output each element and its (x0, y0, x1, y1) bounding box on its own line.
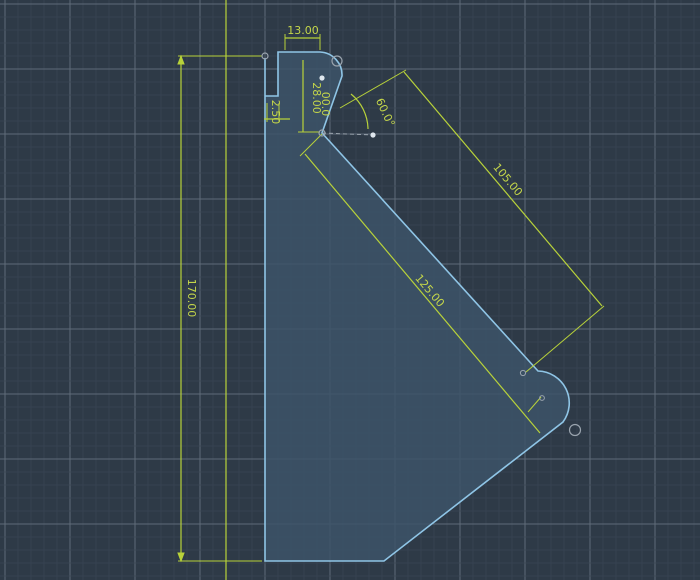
label-slot-width[interactable]: 2.50 (269, 100, 282, 125)
label-top-width[interactable]: 13.00 (287, 24, 319, 37)
label-total-height[interactable]: 170.00 (185, 279, 198, 318)
center-point[interactable] (319, 75, 325, 81)
label-hole-offset[interactable]: 00.0 (319, 92, 332, 117)
sketch-canvas[interactable]: 13.00 28.00 00.0 2.50 60.0° 105.00 125.0… (0, 0, 700, 580)
angle-handle-point[interactable] (370, 132, 376, 138)
